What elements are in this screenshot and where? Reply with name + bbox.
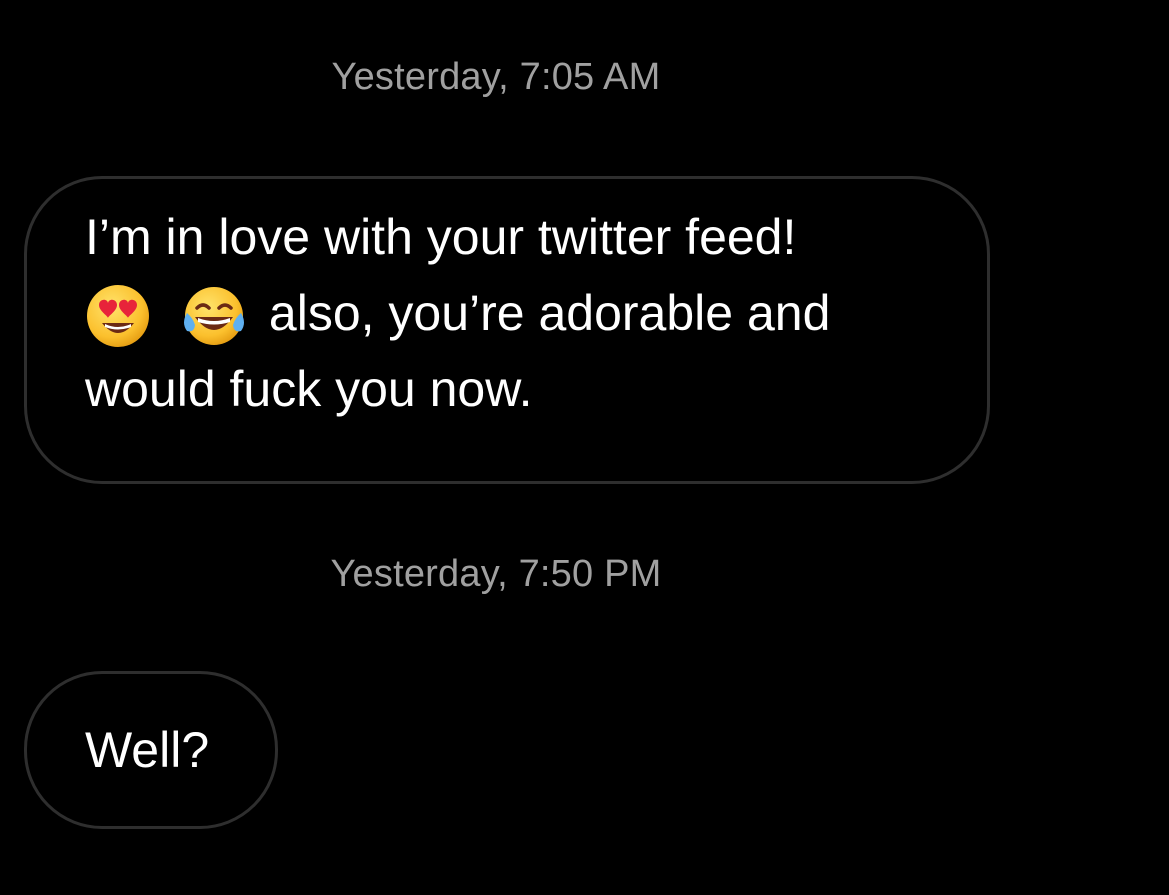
- message-timestamp: Yesterday, 7:50 PM: [330, 553, 662, 595]
- message-text-line: would fuck you now.: [85, 361, 533, 417]
- message-bubble[interactable]: Well?: [24, 671, 278, 829]
- message-timestamp: Yesterday, 7:05 AM: [331, 56, 661, 98]
- heart-eyes-emoji: [87, 284, 149, 347]
- message-text-line: I’m in love with your twitter feed!: [85, 209, 797, 265]
- tears-of-joy-emoji: [183, 286, 244, 345]
- emoji-group: [85, 274, 263, 350]
- message-text-line: Well?: [85, 722, 210, 778]
- message-text-line: also, you’re adorable and: [85, 275, 937, 351]
- message-text-segment: also, you’re adorable and: [268, 285, 831, 341]
- message-bubble[interactable]: I’m in love with your twitter feed! also…: [24, 176, 990, 484]
